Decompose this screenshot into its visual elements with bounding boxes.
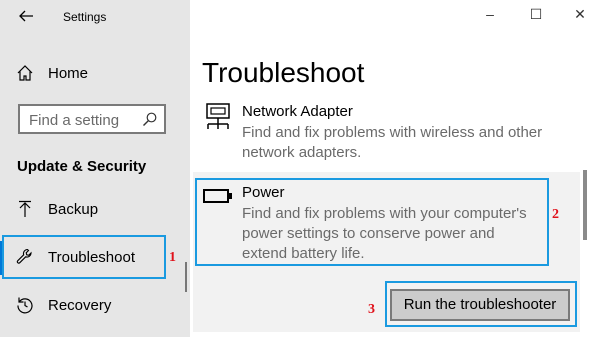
home-icon [16, 64, 34, 82]
network-adapter-description: Find and fix problems with wireless and … [242, 124, 543, 161]
maximize-button[interactable]: ☐ [524, 6, 548, 26]
sidebar-item-home[interactable]: Home [0, 56, 190, 92]
search-icon[interactable] [142, 111, 158, 127]
step-number-1: 1 [169, 250, 176, 265]
minimize-button[interactable]: – [478, 6, 502, 26]
step-number-2: 2 [552, 207, 559, 222]
network-adapter-item[interactable]: Network Adapter Find and fix problems wi… [200, 98, 580, 168]
sidebar-scrollbar[interactable] [185, 262, 187, 292]
sidebar-item-label: Backup [48, 201, 99, 218]
network-adapter-icon [204, 102, 232, 132]
sidebar-item-label: Recovery [48, 297, 112, 314]
highlight-box-run-button [385, 281, 577, 327]
back-arrow-icon[interactable] [16, 8, 36, 28]
sidebar-item-label: Home [48, 65, 89, 82]
sidebar-item-recovery[interactable]: Recovery [0, 288, 190, 324]
highlight-box-power [195, 178, 549, 266]
search-input[interactable]: Find a setting [18, 104, 166, 134]
network-adapter-title: Network Adapter [242, 103, 353, 120]
search-placeholder: Find a setting [29, 112, 120, 129]
step-number-3: 3 [368, 302, 375, 317]
sidebar-item-backup[interactable]: Backup [0, 192, 190, 228]
highlight-box-troubleshoot [2, 235, 166, 279]
section-heading: Update & Security [17, 158, 147, 175]
page-title: Troubleshoot [202, 57, 365, 88]
recovery-icon [16, 296, 34, 314]
app-title: Settings [63, 10, 107, 24]
content-scrollbar[interactable] [583, 170, 587, 240]
close-button[interactable]: ✕ [568, 6, 590, 26]
backup-icon [16, 200, 34, 218]
